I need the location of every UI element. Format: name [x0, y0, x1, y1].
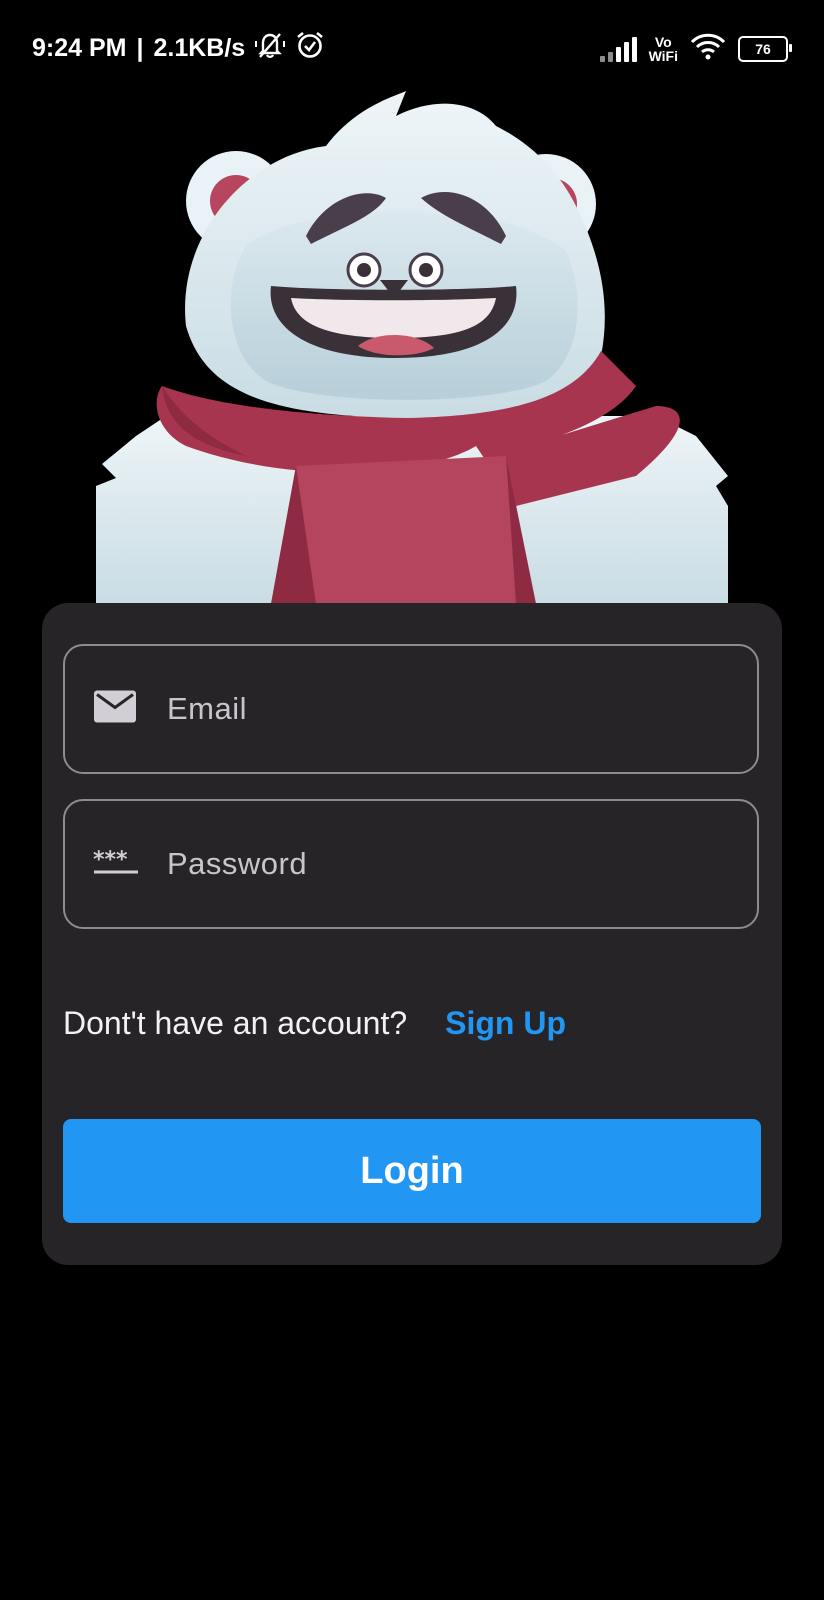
password-dots-icon: *** [93, 847, 139, 882]
signup-link[interactable]: Sign Up [445, 1005, 566, 1042]
battery-indicator: 76 [738, 35, 792, 62]
svg-text:***: *** [93, 848, 128, 873]
status-bar: 9:24 PM | 2.1KB/s Vo WiFi 76 [0, 0, 824, 96]
signup-prompt: Dont't have an account? [63, 1005, 408, 1041]
envelope-icon [93, 690, 137, 729]
login-card: Email *** Password Dont't have an accoun… [42, 603, 782, 1265]
vowifi-indicator: Vo WiFi [649, 35, 678, 63]
email-placeholder: Email [167, 691, 248, 726]
network-speed: 2.1KB/s [153, 34, 246, 62]
alarm-clock-icon [295, 30, 325, 67]
battery-level: 76 [755, 40, 771, 57]
email-field[interactable]: Email [63, 644, 759, 774]
status-time: 9:24 PM [32, 34, 127, 62]
status-right: Vo WiFi 76 [599, 32, 792, 65]
password-field[interactable]: *** Password [63, 799, 759, 929]
status-separator: | [136, 34, 144, 62]
polar-bear-illustration [96, 91, 728, 604]
password-placeholder: Password [167, 846, 308, 881]
status-left: 9:24 PM | 2.1KB/s [32, 30, 325, 67]
wifi-icon [690, 32, 726, 65]
signal-bars-icon [599, 36, 637, 62]
bell-slash-icon [255, 31, 286, 66]
vowifi-bottom: WiFi [648, 47, 678, 64]
signup-row: Dont't have an account? Sign Up [63, 1005, 566, 1042]
vowifi-top: Vo [654, 33, 672, 50]
login-button[interactable]: Login [63, 1119, 761, 1223]
